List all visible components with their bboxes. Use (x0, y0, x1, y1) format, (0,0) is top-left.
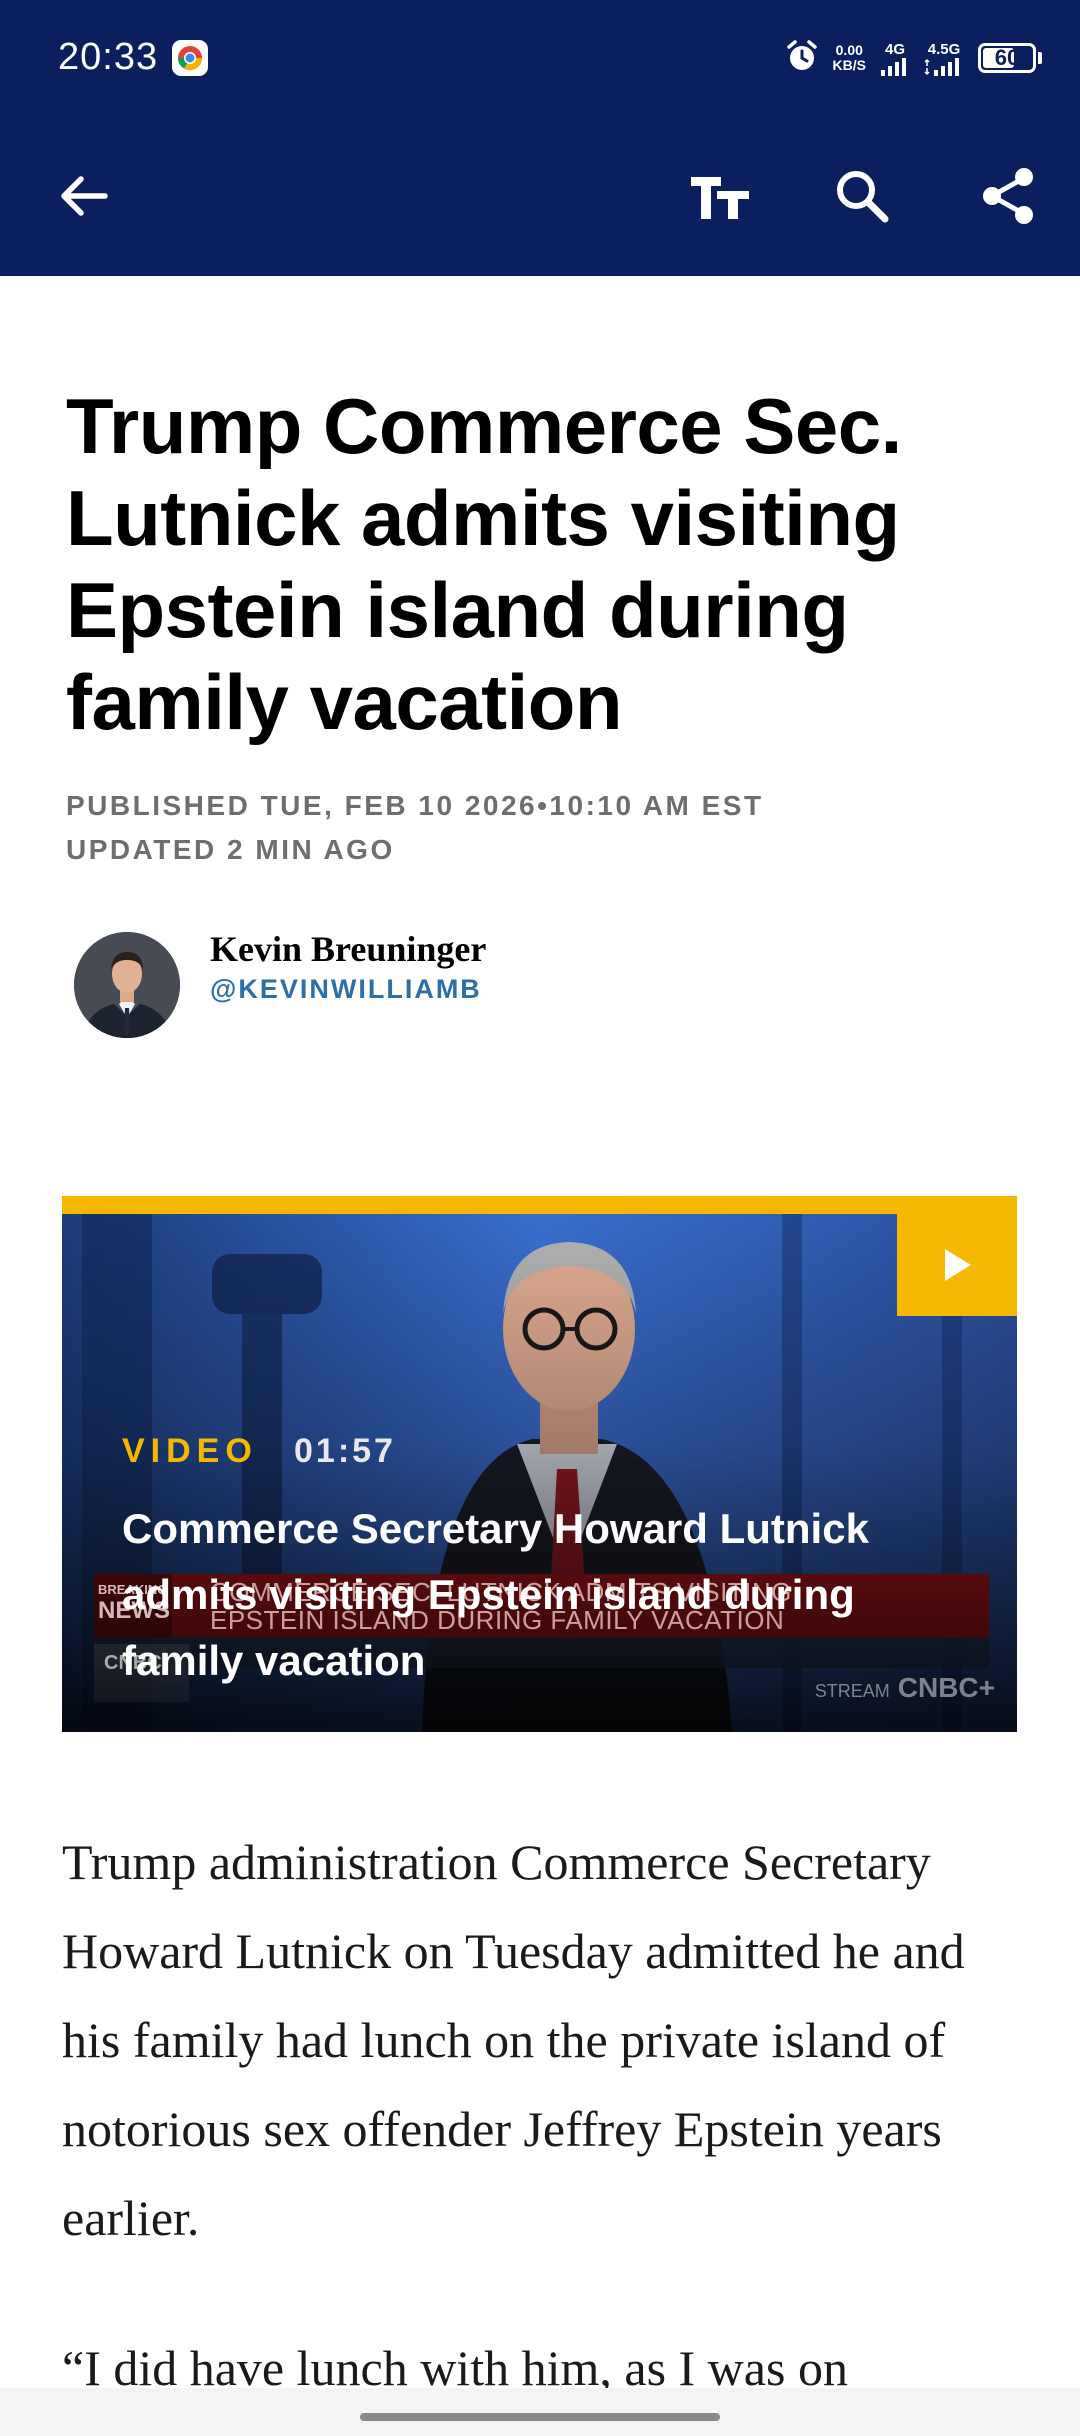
signal-bars-icon (881, 57, 906, 76)
search-button[interactable] (822, 156, 902, 236)
share-icon (983, 168, 1033, 224)
video-title: Commerce Secretary Howard Lutnick admits… (122, 1505, 869, 1684)
author-twitter-handle[interactable]: @KEVINWILLIAMB (210, 974, 482, 1005)
video-duration: 01:57 (294, 1432, 396, 1470)
battery-cap (1038, 52, 1042, 64)
published-date: PUBLISHED TUE, FEB 10 2026•10:10 AM EST (66, 790, 764, 821)
battery-icon: 60 (978, 43, 1036, 73)
search-icon (837, 171, 889, 223)
arrow-left-icon (61, 176, 108, 216)
chrome-notification-icon (172, 40, 208, 76)
battery-level: 60 (994, 45, 1020, 70)
updated-time: UPDATED 2 MIN AGO (66, 834, 395, 865)
signal-4-5g-label: 4.5G (927, 40, 961, 58)
video-card[interactable]: . BREAKING NEWS COMMERCE SEC. LUTNICK AD… (62, 1196, 1017, 1732)
author-name[interactable]: Kevin Breuninger (210, 928, 486, 970)
video-thumbnail: . BREAKING NEWS COMMERCE SEC. LUTNICK AD… (62, 1214, 1017, 1732)
battery-indicator: 60 (978, 43, 1042, 73)
signal-4g-label: 4G (884, 40, 905, 58)
network-speed-unit: KB/S (832, 57, 866, 73)
back-button[interactable] (44, 156, 124, 236)
home-indicator-bar[interactable] (360, 2413, 720, 2421)
toolbar (0, 116, 1080, 276)
signal-4g: 4G (880, 41, 910, 76)
play-button[interactable] (897, 1214, 1017, 1316)
article-headline: Trump Commerce Sec. Lutnick admits visit… (66, 382, 902, 746)
article-paragraph: Trump administration Commerce Secretary … (62, 1834, 965, 2246)
network-speed: 0.00 KB/S (833, 43, 866, 73)
video-label: VIDEO (122, 1432, 258, 1470)
play-icon (945, 1249, 971, 1281)
text-size-button[interactable] (680, 156, 760, 236)
status-icons: 0.00 KB/S 4G 4.5G 60 (785, 38, 1042, 78)
text-size-icon (691, 177, 749, 219)
article-dateline: PUBLISHED TUE, FEB 10 2026•10:10 AM EST … (66, 784, 764, 872)
share-button[interactable] (968, 156, 1048, 236)
signal-4-5g: 4.5G (924, 41, 964, 76)
status-bar: 20:33 0.00 KB/S 4G 4.5G 60 (0, 0, 1080, 116)
app-header: 20:33 0.00 KB/S 4G 4.5G 60 (0, 0, 1080, 276)
alarm-icon (785, 39, 819, 78)
network-speed-value: 0.00 (835, 42, 863, 58)
status-time: 20:33 (58, 36, 159, 78)
gesture-nav-area (0, 2388, 1080, 2436)
author-avatar[interactable] (74, 932, 180, 1038)
signal-bars-icon (924, 57, 959, 76)
